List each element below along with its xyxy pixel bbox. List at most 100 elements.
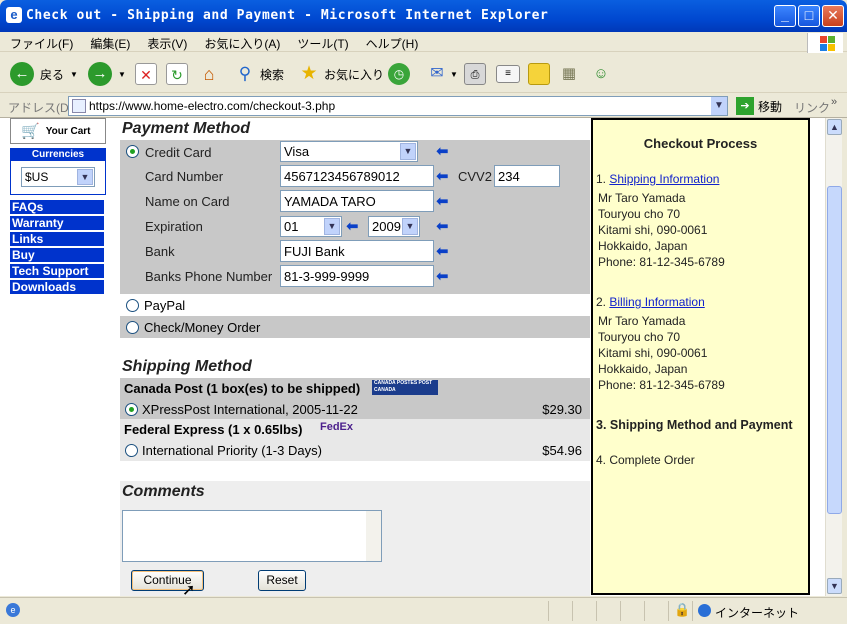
reset-button[interactable]: Reset	[258, 570, 306, 591]
checkout-process-panel: Checkout Process 1. Shipping Information…	[591, 118, 810, 595]
title-bar: e Check out - Shipping and Payment - Mic…	[0, 0, 847, 32]
exp-month-select[interactable]: 01 ▼	[280, 216, 342, 237]
your-cart-link[interactable]: 🛒 Your Cart	[10, 118, 106, 144]
arrow-left-icon: ⬅	[436, 143, 449, 160]
chevron-down-icon: ▼	[402, 218, 418, 235]
page-scrollbar[interactable]: ▲ ▼	[825, 118, 842, 596]
currencies-heading: Currencies	[10, 148, 106, 161]
exp-year-value: 2009	[372, 219, 401, 234]
discuss-button[interactable]	[528, 61, 550, 87]
nav-link-tech-support[interactable]: Tech Support	[10, 264, 104, 278]
status-segment	[548, 601, 572, 621]
research-icon: ▦	[561, 65, 577, 82]
textarea-scrollbar[interactable]	[366, 511, 381, 561]
credit-card-radio[interactable]	[126, 145, 139, 158]
mail-dropdown-icon[interactable]: ▼	[450, 70, 458, 79]
bank-phone-label: Banks Phone Number	[145, 269, 273, 284]
step-shipping-information: 1. Shipping Information	[596, 172, 719, 186]
menu-favorites[interactable]: お気に入り(A)	[194, 32, 287, 52]
arrow-left-icon: ⬅	[436, 243, 449, 260]
billing-information-link[interactable]: Billing Information	[609, 295, 704, 309]
menu-tools[interactable]: ツール(T)	[287, 32, 355, 52]
comments-textarea[interactable]	[122, 510, 382, 562]
minimize-button[interactable]: _	[774, 5, 796, 27]
menu-file[interactable]: ファイル(F)	[0, 32, 80, 52]
forward-dropdown-icon[interactable]: ▼	[118, 70, 126, 79]
history-button[interactable]: ◷	[388, 61, 410, 87]
history-icon: ◷	[388, 63, 410, 85]
check-money-order-option: Check/Money Order	[120, 316, 590, 338]
stop-icon: ✕	[135, 63, 157, 85]
bank-phone-input[interactable]: 81-3-999-9999	[280, 265, 434, 287]
refresh-button[interactable]: ↻	[166, 61, 188, 87]
ie-icon: e	[6, 7, 22, 23]
currency-select[interactable]: $US ▼	[21, 167, 95, 187]
note-icon	[528, 63, 550, 85]
search-label: 検索	[260, 67, 285, 82]
menu-edit[interactable]: 編集(E)	[80, 32, 137, 52]
search-button[interactable]: ⚲ 検索	[234, 61, 284, 87]
links-button[interactable]: リンク	[794, 99, 830, 116]
toolbar: ← 戻る ▼ → ▼ ✕ ↻ ⌂ ⚲ 検索 ★ お気に入り ◷ ✉ ▼ ⎙ ≡ ▦…	[0, 53, 847, 93]
fedex-logo: FedEx	[320, 421, 354, 433]
arrow-left-icon: ⬅	[436, 218, 449, 235]
canada-post-logo: CANADA POSTES POST CANADA	[372, 380, 438, 395]
home-button[interactable]: ⌂	[198, 61, 220, 87]
billing-address-line: Touryou cho 70	[598, 330, 681, 344]
address-input[interactable]: https://www.home-electro.com/checkout-3.…	[68, 96, 728, 116]
canada-post-label: Canada Post (1 box(es) to be shipped)	[124, 381, 361, 396]
international-priority-label: International Priority (1-3 Days)	[142, 443, 322, 458]
card-type-select[interactable]: Visa ▼	[280, 141, 418, 162]
scroll-thumb[interactable]	[827, 186, 842, 514]
nav-link-links[interactable]: Links	[10, 232, 104, 246]
mail-button[interactable]: ✉ ▼	[426, 61, 458, 87]
edit-button[interactable]: ≡	[496, 61, 520, 87]
address-url: https://www.home-electro.com/checkout-3.…	[89, 99, 336, 113]
back-dropdown-icon[interactable]: ▼	[70, 70, 78, 79]
maximize-button[interactable]: □	[798, 5, 820, 27]
nav-link-faqs[interactable]: FAQs	[10, 200, 104, 214]
name-on-card-label: Name on Card	[145, 194, 230, 209]
print-button[interactable]: ⎙	[464, 61, 486, 87]
name-on-card-input[interactable]: YAMADA TARO	[280, 190, 434, 212]
cart-icon: 🛒	[21, 123, 40, 140]
research-button[interactable]: ▦	[558, 61, 580, 87]
forward-button[interactable]: → ▼	[88, 61, 126, 87]
cvv-input[interactable]: 234	[494, 165, 560, 187]
paypal-radio[interactable]	[126, 299, 139, 312]
billing-address-line: Mr Taro Yamada	[598, 314, 686, 328]
nav-link-warranty[interactable]: Warranty	[10, 216, 104, 230]
arrow-left-icon: ⬅	[436, 268, 449, 285]
exp-year-select[interactable]: 2009 ▼	[368, 216, 420, 237]
menu-help[interactable]: ヘルプ(H)	[356, 32, 426, 52]
go-button[interactable]: ➔ 移動	[736, 97, 782, 115]
bank-input[interactable]: FUJI Bank	[280, 240, 434, 262]
arrow-left-icon: ⬅	[436, 168, 449, 185]
page-icon	[72, 99, 86, 113]
links-chevron-icon[interactable]: »	[831, 96, 837, 108]
stop-button[interactable]: ✕	[135, 61, 157, 87]
xpresspost-price: $29.30	[542, 402, 582, 417]
mail-icon: ✉	[430, 65, 444, 82]
menu-view[interactable]: 表示(V)	[137, 32, 194, 52]
address-dropdown-icon[interactable]: ▼	[711, 97, 727, 115]
fedex-carrier: Federal Express (1 x 0.65lbs) FedEx	[120, 419, 590, 439]
address-label: アドレス(D)	[8, 101, 73, 115]
back-button[interactable]: ← 戻る ▼	[10, 61, 78, 87]
arrow-left-icon: ⬅	[346, 218, 359, 235]
chevron-down-icon: ▼	[400, 143, 416, 160]
check-money-order-radio[interactable]	[126, 321, 139, 334]
international-priority-radio[interactable]	[125, 444, 138, 457]
scroll-up-icon[interactable]: ▲	[827, 119, 842, 135]
nav-link-buy[interactable]: Buy	[10, 248, 104, 262]
messenger-button[interactable]: ☺	[590, 61, 612, 87]
nav-link-downloads[interactable]: Downloads	[10, 280, 104, 294]
xpresspost-radio[interactable]	[125, 403, 138, 416]
step-complete-order: 4. Complete Order	[596, 453, 695, 467]
card-number-input[interactable]: 4567123456789012	[280, 165, 434, 187]
close-button[interactable]: ✕	[822, 5, 844, 27]
step-shipping-method-payment: 3. Shipping Method and Payment	[596, 418, 793, 432]
shipping-information-link[interactable]: Shipping Information	[609, 172, 719, 186]
favorites-button[interactable]: ★ お気に入り	[298, 61, 384, 87]
scroll-down-icon[interactable]: ▼	[827, 578, 842, 594]
